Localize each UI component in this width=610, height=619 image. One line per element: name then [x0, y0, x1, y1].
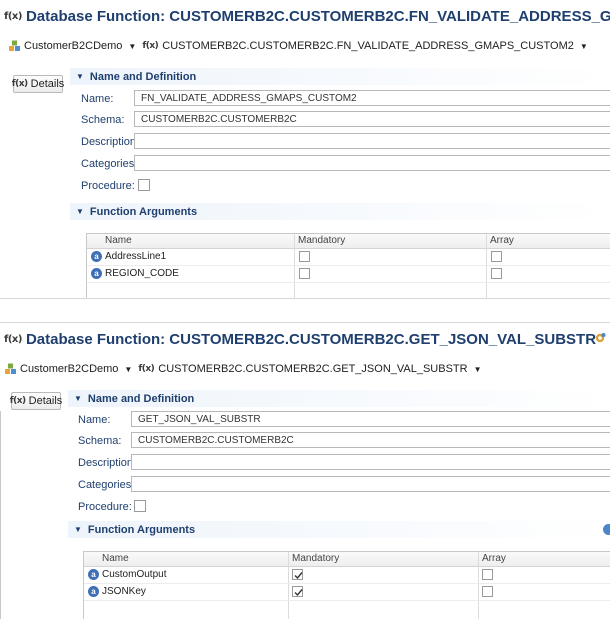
left-border — [0, 411, 1, 619]
editor-title-text: Database Function: CUSTOMERB2C.CUSTOMERB… — [25, 330, 597, 348]
checkmark-icon — [294, 572, 303, 580]
editor-title: f(x) Database Function: CUSTOMERB2C.CUST… — [4, 6, 610, 26]
fx-icon: f(x) — [138, 364, 155, 374]
categories-label: Categories: — [81, 158, 138, 170]
table-header: Name Mandatory Array — [84, 552, 610, 567]
section-title: Function Arguments — [89, 205, 198, 218]
fx-icon: f(x) — [9, 396, 26, 406]
separator-gap — [0, 299, 610, 321]
arguments-table: Name Mandatory Array a CustomOutput a JS… — [83, 551, 610, 619]
table-header: Name Mandatory Array — [87, 234, 610, 249]
breadcrumb-function[interactable]: CUSTOMERB2C.CUSTOMERB2C.GET_JSON_VAL_SUB… — [158, 363, 467, 375]
description-label: Description: — [81, 136, 140, 148]
collapse-triangle-icon[interactable]: ▼ — [74, 394, 82, 403]
collapse-triangle-icon[interactable]: ▼ — [76, 72, 84, 81]
checkmark-icon — [294, 589, 303, 597]
array-checkbox[interactable] — [482, 569, 493, 580]
breadcrumb-project[interactable]: CustomerB2CDemo — [20, 363, 118, 375]
description-label: Description: — [78, 457, 137, 469]
column-header-array[interactable]: Array — [482, 553, 506, 564]
details-tab-button[interactable]: f(x) Details — [11, 75, 65, 93]
section-name-and-definition[interactable]: ▼ Name and Definition — [68, 390, 610, 407]
fx-icon: f(x) — [11, 79, 28, 89]
function-editor-2: f(x) Database Function: CUSTOMERB2C.CUST… — [0, 322, 610, 619]
procedure-checkbox[interactable] — [138, 179, 150, 191]
gear-icon[interactable] — [594, 332, 606, 344]
argument-icon: a — [88, 586, 99, 597]
fx-icon: f(x) — [4, 10, 22, 22]
breadcrumb: CustomerB2CDemo ▼ f(x) CUSTOMERB2C.CUSTO… — [4, 363, 488, 375]
section-title: Function Arguments — [87, 523, 196, 536]
column-header-array[interactable]: Array — [490, 235, 514, 246]
arguments-table: Name Mandatory Array a AddressLine1 a RE… — [86, 233, 610, 298]
description-field[interactable] — [134, 133, 610, 149]
name-field[interactable]: GET_JSON_VAL_SUBSTR — [131, 411, 610, 427]
mandatory-checkbox[interactable] — [299, 251, 310, 262]
details-tab-button[interactable]: f(x) Details — [9, 392, 63, 410]
chevron-down-icon[interactable]: ▼ — [124, 365, 132, 374]
mandatory-checkbox[interactable] — [299, 268, 310, 279]
argument-name: CustomOutput — [102, 569, 167, 580]
breadcrumb-project[interactable]: CustomerB2CDemo — [24, 40, 122, 52]
name-label: Name: — [78, 414, 111, 426]
chevron-down-icon[interactable]: ▼ — [128, 42, 136, 51]
chevron-down-icon[interactable]: ▼ — [580, 42, 588, 51]
database-project-icon — [5, 363, 16, 374]
collapse-triangle-icon[interactable]: ▼ — [74, 525, 82, 534]
chevron-down-icon[interactable]: ▼ — [474, 365, 482, 374]
procedure-checkbox[interactable] — [134, 500, 146, 512]
array-checkbox[interactable] — [482, 586, 493, 597]
categories-field[interactable] — [134, 155, 610, 171]
editor-title-text: Database Function: CUSTOMERB2C.CUSTOMERB… — [25, 7, 610, 25]
argument-name: REGION_CODE — [105, 268, 179, 279]
section-name-and-definition[interactable]: ▼ Name and Definition — [70, 68, 610, 85]
table-row[interactable]: a CustomOutput — [84, 567, 610, 584]
procedure-label: Procedure: — [81, 180, 135, 192]
name-field[interactable]: FN_VALIDATE_ADDRESS_GMAPS_CUSTOM2 — [134, 90, 610, 106]
breadcrumb: CustomerB2CDemo ▼ f(x) CUSTOMERB2C.CUSTO… — [8, 40, 594, 52]
schema-label: Schema: — [81, 114, 125, 126]
fx-icon: f(x) — [4, 333, 22, 345]
table-row[interactable]: a JSONKey — [84, 584, 610, 601]
schema-label: Schema: — [78, 435, 122, 447]
description-field[interactable] — [131, 454, 610, 470]
function-editor-1: f(x) Database Function: CUSTOMERB2C.CUST… — [0, 0, 610, 299]
mandatory-checkbox[interactable] — [292, 569, 303, 580]
argument-icon: a — [91, 268, 102, 279]
details-label: Details — [30, 78, 65, 90]
mandatory-checkbox[interactable] — [292, 586, 303, 597]
section-function-arguments[interactable]: ▼ Function Arguments — [68, 521, 610, 538]
array-checkbox[interactable] — [491, 268, 502, 279]
schema-field[interactable]: CUSTOMERB2C.CUSTOMERB2C — [131, 432, 610, 448]
categories-label: Categories: — [78, 479, 135, 491]
section-function-arguments[interactable]: ▼ Function Arguments — [70, 203, 610, 220]
argument-name: AddressLine1 — [105, 251, 167, 262]
section-title: Name and Definition — [89, 70, 197, 83]
array-checkbox[interactable] — [491, 251, 502, 262]
editor-title: f(x) Database Function: CUSTOMERB2C.CUST… — [4, 329, 596, 349]
collapse-triangle-icon[interactable]: ▼ — [76, 207, 84, 216]
name-label: Name: — [81, 93, 114, 105]
database-project-icon — [9, 40, 20, 51]
column-header-mandatory[interactable]: Mandatory — [298, 235, 345, 246]
fx-icon: f(x) — [142, 41, 159, 51]
breadcrumb-function[interactable]: CUSTOMERB2C.CUSTOMERB2C.FN_VALIDATE_ADDR… — [162, 40, 574, 52]
table-row[interactable]: a REGION_CODE — [87, 266, 610, 283]
info-icon[interactable] — [603, 524, 610, 535]
categories-field[interactable] — [131, 476, 610, 492]
argument-icon: a — [88, 569, 99, 580]
section-title: Name and Definition — [87, 392, 195, 405]
column-header-name[interactable]: Name — [105, 235, 132, 246]
table-row[interactable]: a AddressLine1 — [87, 249, 610, 266]
column-header-mandatory[interactable]: Mandatory — [292, 553, 339, 564]
argument-name: JSONKey — [102, 586, 146, 597]
column-header-name[interactable]: Name — [102, 553, 129, 564]
details-label: Details — [28, 395, 63, 407]
procedure-label: Procedure: — [78, 501, 132, 513]
schema-field[interactable]: CUSTOMERB2C.CUSTOMERB2C — [134, 111, 610, 127]
argument-icon: a — [91, 251, 102, 262]
